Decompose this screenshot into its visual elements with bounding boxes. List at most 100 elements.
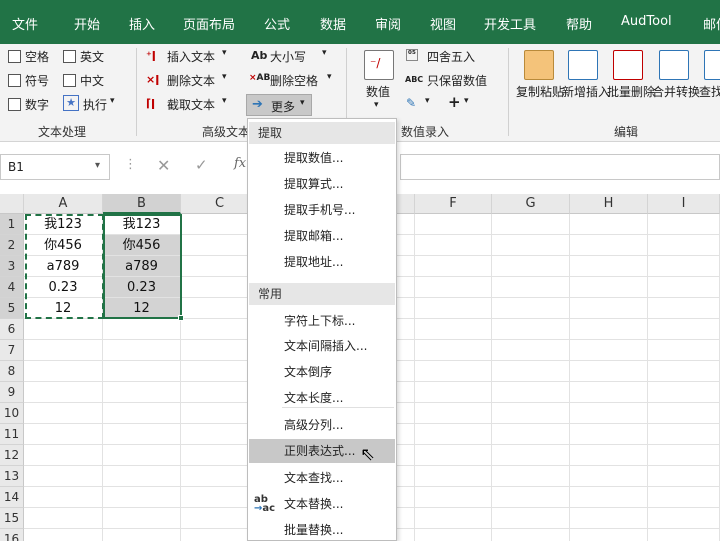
cell[interactable] [648, 235, 720, 256]
row-header-8[interactable]: 8 [0, 361, 24, 382]
cell[interactable] [24, 424, 103, 445]
cell-A1[interactable]: 我123 [24, 214, 103, 235]
cell[interactable] [415, 319, 492, 340]
cell[interactable] [103, 319, 181, 340]
cell[interactable] [570, 424, 648, 445]
cell[interactable] [570, 340, 648, 361]
row-header-15[interactable]: 15 [0, 508, 24, 529]
delete-text-button[interactable]: 删除文本 [167, 72, 215, 89]
cell-B3[interactable]: a789 [103, 256, 181, 277]
cell[interactable] [492, 487, 570, 508]
name-box[interactable]: B1 ▾ [0, 154, 110, 180]
cell[interactable] [570, 382, 648, 403]
cell[interactable] [24, 319, 103, 340]
cell[interactable] [492, 340, 570, 361]
row-header-13[interactable]: 13 [0, 466, 24, 487]
cell[interactable] [415, 382, 492, 403]
cell[interactable] [492, 424, 570, 445]
row-header-1[interactable]: 1 [0, 214, 24, 235]
batch-delete-button[interactable]: 批量删除 [607, 84, 655, 100]
cell[interactable] [415, 277, 492, 298]
cell[interactable] [24, 508, 103, 529]
cell[interactable] [492, 403, 570, 424]
cell-B5[interactable]: 12 [103, 298, 181, 319]
cell[interactable] [492, 256, 570, 277]
delete-space-button[interactable]: 删除空格 [270, 72, 318, 89]
cell[interactable] [415, 487, 492, 508]
column-header-F[interactable]: F [415, 194, 492, 214]
cell[interactable] [648, 466, 720, 487]
cell[interactable] [415, 529, 492, 541]
cell[interactable] [570, 487, 648, 508]
row-header-16[interactable]: 16 [0, 529, 24, 541]
cell[interactable] [648, 487, 720, 508]
menu-item-common-8[interactable]: 批量替换... [249, 518, 395, 541]
cell[interactable] [492, 466, 570, 487]
cell-A4[interactable]: 0.23 [24, 277, 103, 298]
row-header-9[interactable]: 9 [0, 382, 24, 403]
cell[interactable] [492, 361, 570, 382]
checkbox-digit[interactable] [8, 98, 21, 111]
insert-text-button[interactable]: 插入文本 [167, 48, 215, 65]
cell[interactable] [648, 340, 720, 361]
menu-item-extract-3[interactable]: 提取邮箱... [249, 224, 395, 248]
find-locate-button[interactable]: 查找定位 [699, 84, 720, 100]
cell[interactable] [415, 445, 492, 466]
plus-icon[interactable]: + [448, 93, 461, 111]
cell[interactable] [415, 235, 492, 256]
cell[interactable] [24, 529, 103, 541]
cell[interactable] [415, 214, 492, 235]
cell[interactable] [103, 445, 181, 466]
cell[interactable] [648, 298, 720, 319]
row-header-2[interactable]: 2 [0, 235, 24, 256]
cell[interactable] [648, 214, 720, 235]
cell[interactable] [570, 256, 648, 277]
checkbox-space[interactable] [8, 50, 21, 63]
column-header-I[interactable]: I [648, 194, 720, 214]
cell-A3[interactable]: a789 [24, 256, 103, 277]
extract-text-button[interactable]: 截取文本 [167, 96, 215, 113]
tab-mailings[interactable]: 邮件 [703, 14, 720, 33]
cell[interactable] [648, 529, 720, 541]
cell[interactable] [648, 382, 720, 403]
row-header-4[interactable]: 4 [0, 277, 24, 298]
menu-item-common-0[interactable]: 字符上下标... [249, 309, 395, 333]
checkbox-chinese[interactable] [63, 74, 76, 87]
tab-developer[interactable]: 开发工具 [484, 14, 536, 33]
cell[interactable] [492, 508, 570, 529]
cell-A5[interactable]: 12 [24, 298, 103, 319]
cell[interactable] [103, 529, 181, 541]
cell[interactable] [648, 256, 720, 277]
menu-item-common-1[interactable]: 文本间隔插入... [249, 334, 395, 358]
cell-B2[interactable]: 你456 [103, 235, 181, 256]
cell[interactable] [492, 214, 570, 235]
cell[interactable] [492, 529, 570, 541]
tab-data[interactable]: 数据 [320, 14, 346, 33]
menu-item-extract-1[interactable]: 提取算式... [249, 172, 395, 196]
copy-paste-button[interactable]: 复制粘贴 [516, 84, 564, 100]
cell[interactable] [570, 361, 648, 382]
cell[interactable] [415, 361, 492, 382]
cell[interactable] [415, 298, 492, 319]
keep-number-button[interactable]: 只保留数值 [427, 72, 487, 89]
cell[interactable] [103, 340, 181, 361]
fill-handle[interactable] [178, 315, 184, 321]
cell[interactable] [648, 403, 720, 424]
cell[interactable] [415, 466, 492, 487]
merge-convert-button[interactable]: 合并转换 [652, 84, 700, 100]
cell[interactable] [648, 445, 720, 466]
menu-item-extract-4[interactable]: 提取地址... [249, 250, 395, 274]
cell[interactable] [103, 508, 181, 529]
cell[interactable] [492, 298, 570, 319]
cell[interactable] [103, 487, 181, 508]
column-header-B[interactable]: B [103, 194, 181, 214]
add-insert-button[interactable]: 新增插入 [562, 84, 610, 100]
case-button[interactable]: 大小写 [270, 48, 306, 65]
column-header-G[interactable]: G [492, 194, 570, 214]
menu-item-common-4[interactable]: 高级分列... [249, 413, 395, 437]
cell[interactable] [415, 424, 492, 445]
cell[interactable] [103, 403, 181, 424]
cell[interactable] [103, 382, 181, 403]
cell[interactable] [492, 445, 570, 466]
tab-formulas[interactable]: 公式 [264, 14, 290, 33]
